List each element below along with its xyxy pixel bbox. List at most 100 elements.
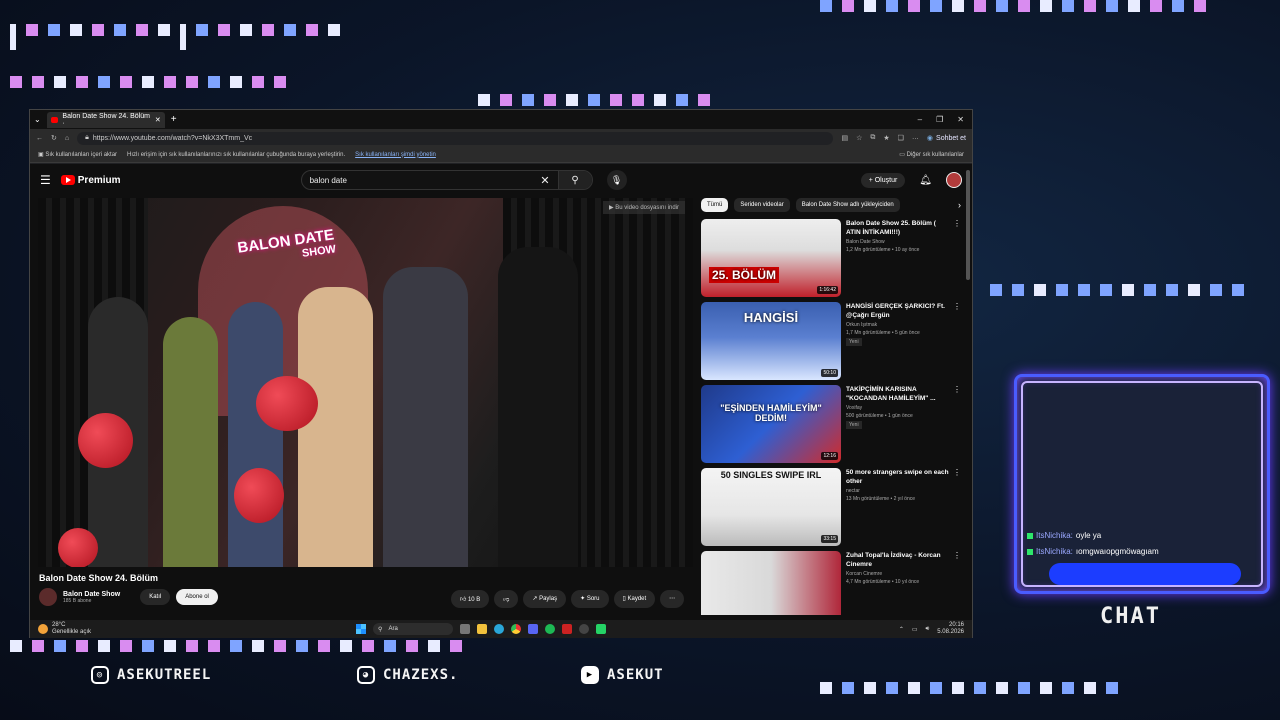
manage-favorites-link[interactable]: Sık kullanılanları şimdi yönetin: [355, 152, 436, 158]
more-vert-icon[interactable]: ⋮: [953, 385, 961, 394]
recommendation-item[interactable]: HANGİSİ 50:10 HANGİSİ GERÇEK ŞARKICI? Ft…: [701, 302, 961, 380]
reader-icon[interactable]: ▤: [841, 134, 848, 142]
notifications-bell-icon[interactable]: 🔔︎: [919, 175, 932, 186]
tab-list-icon[interactable]: ⌄: [34, 115, 41, 124]
home-icon[interactable]: ⌂: [65, 135, 69, 142]
menu-icon[interactable]: ☰: [40, 173, 51, 187]
search-input[interactable]: balon date: [310, 176, 541, 185]
file-explorer-icon[interactable]: [477, 624, 488, 634]
video-thumbnail[interactable]: [701, 551, 841, 615]
chip-all[interactable]: Tümü: [701, 198, 729, 212]
spotify-icon[interactable]: [545, 624, 556, 634]
join-button[interactable]: Katıl: [140, 589, 171, 605]
maximize-icon[interactable]: ❐: [936, 115, 943, 124]
recommendation-channel[interactable]: Balon Date Show: [846, 239, 961, 245]
recommendation-channel[interactable]: nectar: [846, 488, 961, 494]
whatsapp-icon[interactable]: [596, 624, 607, 634]
youtube-premium-logo[interactable]: Premium: [60, 175, 121, 186]
chip-uploader[interactable]: Balon Date Show adlı yükleyiciden: [795, 198, 900, 212]
weather-widget[interactable]: 28°C Genellikle açık: [38, 622, 91, 635]
favorites-icon[interactable]: ★: [883, 134, 889, 142]
more-vert-icon[interactable]: ⋮: [953, 219, 961, 228]
other-favorites-folder[interactable]: ▭ Diğer sık kullanılanlar: [899, 151, 964, 158]
pixel-decoration: [820, 0, 1206, 12]
windows-start-icon[interactable]: [356, 624, 367, 634]
recommendation-title[interactable]: Balon Date Show 25. Bölüm ( ATIN İNTİKAM…: [846, 219, 961, 237]
page-scrollbar[interactable]: [966, 170, 970, 280]
app-icon[interactable]: [562, 624, 573, 634]
account-avatar[interactable]: [946, 172, 962, 188]
more-vert-icon[interactable]: ⋮: [953, 302, 961, 311]
recommendation-title[interactable]: 50 more strangers swipe on each other: [846, 468, 961, 486]
url-field[interactable]: 🔒︎ https://www.youtube.com/watch?v=NkX3X…: [77, 131, 834, 145]
tab-title: Balon Date Show 24. Bölüm ·: [62, 112, 150, 127]
star-icon[interactable]: ☆: [856, 134, 862, 142]
minimize-icon[interactable]: –: [918, 115, 922, 124]
obs-icon[interactable]: [579, 624, 590, 634]
search-box[interactable]: balon date ✕ ⚲: [300, 170, 593, 190]
copilot-chat-button[interactable]: ◉ Sohbet et: [927, 134, 966, 143]
share-button[interactable]: ↗ Paylaş: [523, 590, 567, 608]
chrome-icon[interactable]: [511, 624, 522, 634]
close-tab-icon[interactable]: ✕: [155, 116, 161, 124]
ask-button[interactable]: ✦ Soru: [571, 590, 609, 608]
recommendation-title[interactable]: HANGİSİ GERÇEK ŞARKICI? Ft. @Çağrı Ergün: [846, 302, 961, 320]
taskbar-search[interactable]: ⚲ Ara: [373, 623, 454, 635]
download-notice[interactable]: ▶ Bu video dosyasını indir: [603, 201, 685, 214]
search-button[interactable]: ⚲: [557, 171, 592, 189]
more-actions-icon[interactable]: ⋯: [660, 590, 685, 608]
video-thumbnail[interactable]: HANGİSİ 50:10: [701, 302, 841, 380]
chevron-right-icon[interactable]: ›: [958, 200, 961, 210]
recommendation-item[interactable]: "EŞİNDEN HAMİLEYİM" DEDİM! 12:16 TAKİPÇİ…: [701, 385, 961, 463]
like-button[interactable]: 👍︎ 10 B: [451, 590, 490, 608]
tab-youtube[interactable]: Balon Date Show 24. Bölüm · ✕: [46, 111, 165, 128]
recommendation-item[interactable]: 50 SINGLES SWIPE IRL 33:15 50 more stran…: [701, 468, 961, 546]
youtube-header: ☰ Premium balon date ✕ ⚲ 🎙︎ + Oluştur 🔔︎: [30, 164, 972, 196]
recommendations-sidebar: Tümü Seriden videolar Balon Date Show ad…: [701, 198, 961, 620]
volume-icon[interactable]: 🔊︎: [926, 626, 930, 633]
edge-icon[interactable]: [494, 624, 505, 634]
recommendation-meta: 13 Mn görüntüleme • 2 yıl önce: [846, 496, 916, 503]
discord-icon[interactable]: [528, 624, 539, 634]
more-vert-icon[interactable]: ⋮: [953, 551, 961, 560]
clear-search-icon[interactable]: ✕: [540, 174, 549, 187]
social-discord: ◕ CHAZEXS.: [357, 666, 458, 684]
recommendation-item[interactable]: Zuhal Topal'la İzdivaç - Korcan Cinemre …: [701, 551, 961, 615]
dislike-button[interactable]: 👎︎: [494, 590, 519, 608]
recommendation-title[interactable]: TAKİPÇİMİN KARISINA "KOCANDAN HAMİLEYİM"…: [846, 385, 961, 403]
tray-chevron-icon[interactable]: ⌃: [899, 626, 904, 633]
subscribe-button[interactable]: Abone ol: [176, 589, 218, 605]
create-button[interactable]: + Oluştur: [860, 172, 906, 188]
recommendation-channel[interactable]: Orkun Işıtmak: [846, 322, 961, 328]
voice-search-button[interactable]: 🎙︎: [606, 170, 627, 190]
refresh-icon[interactable]: ↻: [51, 134, 57, 142]
taskbar-clock[interactable]: 20:16 5.08.2026: [937, 622, 964, 636]
new-badge: Yeni: [846, 421, 862, 430]
new-badge: Yeni: [846, 338, 862, 347]
task-view-icon[interactable]: [460, 624, 471, 634]
video-thumbnail[interactable]: 25. BÖLÜM 1:16:42: [701, 219, 841, 297]
chip-series[interactable]: Seriden videolar: [734, 198, 790, 212]
video-thumbnail[interactable]: "EŞİNDEN HAMİLEYİM" DEDİM! 12:16: [701, 385, 841, 463]
bookmarks-hint: Hızlı erişim için sık kullanılanlarınızı…: [127, 151, 346, 158]
video-duration: 1:16:42: [817, 286, 838, 294]
pixel-decoration: [10, 24, 340, 50]
extensions-icon[interactable]: ⧉: [870, 134, 875, 142]
channel-avatar[interactable]: [39, 588, 57, 606]
recommendation-title[interactable]: Zuhal Topal'la İzdivaç - Korcan Cinemre: [846, 551, 961, 569]
save-button[interactable]: ▯ Kaydet: [613, 590, 656, 608]
video-player[interactable]: BALON DATE SHOW ▶ Bu video dosyasını indi…: [38, 198, 693, 567]
new-tab-icon[interactable]: +: [171, 114, 177, 125]
collections-icon[interactable]: ❑: [898, 134, 904, 142]
network-icon[interactable]: ▭: [912, 626, 918, 633]
channel-name[interactable]: Balon Date Show: [63, 591, 120, 598]
close-window-icon[interactable]: ✕: [957, 115, 964, 124]
import-favorites-link[interactable]: ▣ Sık kullanılanları içeri aktar: [38, 151, 117, 158]
back-icon[interactable]: ←: [36, 135, 43, 142]
more-vert-icon[interactable]: ⋮: [953, 468, 961, 477]
video-thumbnail[interactable]: 50 SINGLES SWIPE IRL 33:15: [701, 468, 841, 546]
recommendation-channel[interactable]: Voxifay: [846, 405, 961, 411]
recommendation-channel[interactable]: Korcan Cinemre: [846, 571, 961, 577]
recommendation-item[interactable]: 25. BÖLÜM 1:16:42 Balon Date Show 25. Bö…: [701, 219, 961, 297]
more-icon[interactable]: …: [912, 134, 919, 142]
